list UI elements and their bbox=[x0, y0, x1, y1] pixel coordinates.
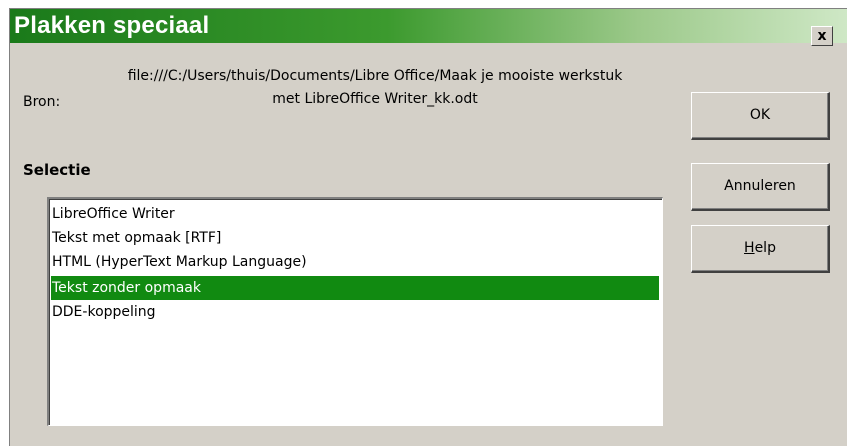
list-item-html[interactable]: HTML (HyperText Markup Language) bbox=[51, 250, 659, 274]
format-listbox[interactable]: LibreOffice Writer Tekst met opmaak [RTF… bbox=[47, 197, 663, 426]
list-item-unformatted-text[interactable]: Tekst zonder opmaak bbox=[51, 276, 659, 300]
list-item-rtf[interactable]: Tekst met opmaak [RTF] bbox=[51, 226, 659, 250]
cancel-button[interactable]: Annuleren bbox=[691, 163, 830, 211]
source-path: file:///C:/Users/thuis/Documents/Libre O… bbox=[85, 65, 665, 111]
paste-special-dialog: Plakken speciaal Bron: file:///C:/Users/… bbox=[9, 8, 847, 446]
help-button[interactable]: Help bbox=[691, 225, 830, 273]
ok-button[interactable]: OK bbox=[691, 92, 830, 140]
help-mnemonic: H bbox=[744, 240, 755, 256]
selection-heading: Selectie bbox=[23, 161, 91, 179]
source-label: Bron: bbox=[23, 94, 61, 110]
source-path-line-1: file:///C:/Users/thuis/Documents/Libre O… bbox=[127, 68, 623, 84]
help-label-rest: elp bbox=[754, 240, 776, 256]
title-bar[interactable]: Plakken speciaal bbox=[10, 9, 847, 43]
source-path-line-2: met LibreOffice Writer_kk.odt bbox=[272, 91, 478, 107]
list-item-dde-link[interactable]: DDE-koppeling bbox=[51, 300, 659, 324]
close-button[interactable]: x bbox=[811, 26, 833, 46]
list-item-libreoffice-writer[interactable]: LibreOffice Writer bbox=[51, 202, 659, 226]
dialog-title: Plakken speciaal bbox=[14, 12, 210, 39]
